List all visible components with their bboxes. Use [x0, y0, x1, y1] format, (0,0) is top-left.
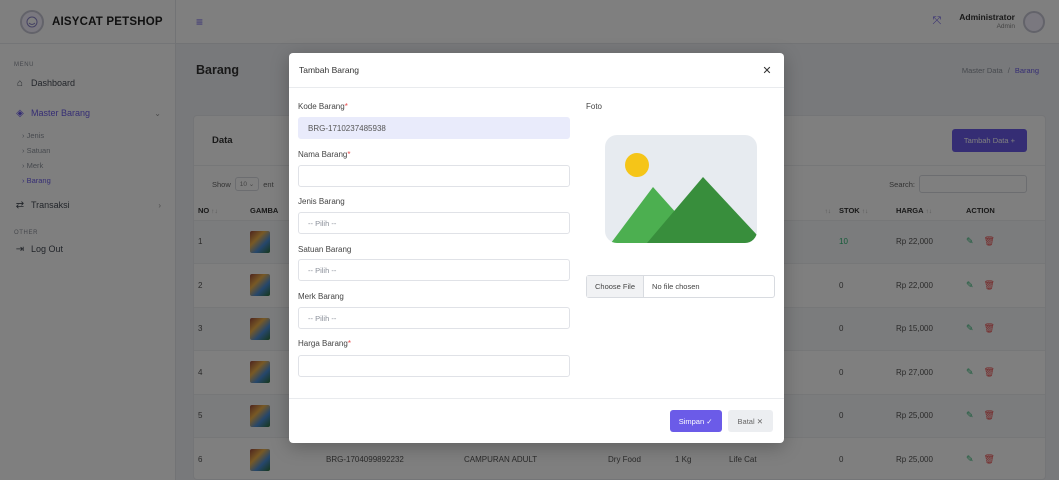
- merk-label: Merk Barang: [298, 292, 344, 301]
- file-status: No file chosen: [652, 282, 700, 291]
- harga-field[interactable]: [298, 355, 570, 377]
- satuan-label: Satuan Barang: [298, 245, 352, 254]
- nama-label: Nama Barang*: [298, 150, 350, 159]
- close-icon[interactable]: ✕: [760, 64, 774, 77]
- jenis-label: Jenis Barang: [298, 197, 345, 206]
- nama-field[interactable]: [298, 165, 570, 187]
- cancel-button[interactable]: Batal ✕: [727, 410, 773, 432]
- harga-label-text: Harga Barang: [298, 339, 348, 348]
- harga-label: Harga Barang*: [298, 339, 351, 348]
- image-placeholder-icon: [605, 135, 757, 243]
- merk-select[interactable]: -- Pilih --: [298, 307, 570, 329]
- foto-label: Foto: [586, 102, 603, 111]
- required-mark: *: [347, 150, 351, 159]
- kode-field[interactable]: BRG-1710237485938: [298, 117, 570, 139]
- required-mark: *: [344, 102, 348, 111]
- satuan-select[interactable]: -- Pilih --: [298, 259, 570, 281]
- kode-label: Kode Barang*: [298, 102, 348, 111]
- photo-file-input[interactable]: Choose File No file chosen: [586, 275, 775, 298]
- choose-file-button[interactable]: Choose File: [587, 276, 645, 297]
- nama-label-text: Nama Barang: [298, 150, 348, 159]
- modal-title: Tambah Barang: [299, 65, 360, 75]
- required-mark: *: [347, 339, 351, 348]
- kode-label-text: Kode Barang: [298, 102, 345, 111]
- jenis-select[interactable]: -- Pilih --: [298, 212, 570, 234]
- save-button[interactable]: Simpan ✓: [669, 410, 722, 432]
- add-item-modal: Tambah Barang ✕ Kode Barang* BRG-1710237…: [289, 53, 784, 443]
